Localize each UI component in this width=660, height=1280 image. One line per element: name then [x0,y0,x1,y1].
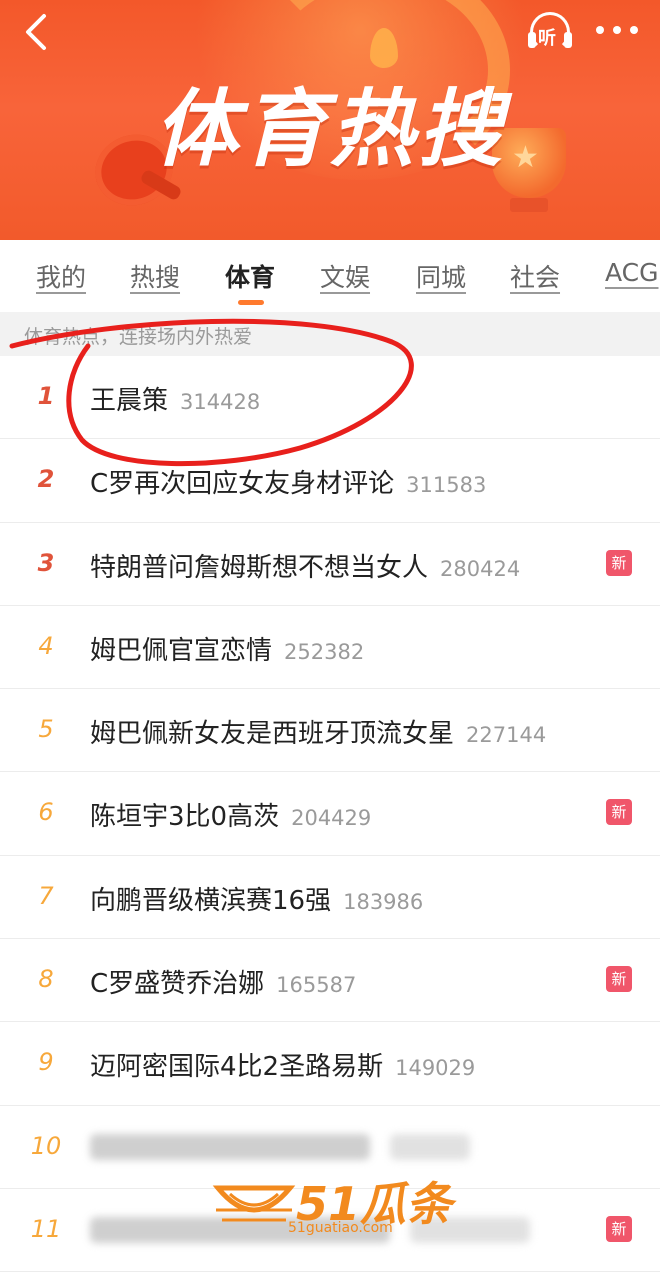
list-item[interactable]: 2 C罗再次回应女友身材评论 311583 [0,439,660,523]
more-dot-icon [630,26,638,34]
watermelon-icon [212,1185,296,1222]
tab-hot-search[interactable]: 热搜 [130,258,180,294]
topic-title: 特朗普问詹姆斯想不想当女人 280424 [90,547,520,584]
tab-mine[interactable]: 我的 [36,258,86,294]
topic-text: 向鹏晋级横滨赛16强 [90,885,332,916]
list-item[interactable]: 7 向鹏晋级横滨赛16强 183986 [0,856,660,940]
heat-count: 252382 [284,639,365,664]
header-banner: ★ 体育热搜 听 [0,0,660,240]
rank-number: 4 [38,631,54,660]
star-icon: ★ [512,140,539,175]
rank-number: 1 [37,382,55,410]
category-tabs: 我的 热搜 体育 文娱 同城 社会 ACG [0,240,660,312]
topic-title: 迈阿密国际4比2圣路易斯 149029 [90,1046,475,1083]
chevron-left-icon [26,14,46,50]
heat-count: 314428 [180,390,261,414]
heat-count: 149029 [395,1056,476,1081]
rank-number: 5 [38,715,54,744]
rank-number: 11 [30,1214,62,1243]
more-button[interactable] [596,22,638,38]
tab-society[interactable]: 社会 [510,258,560,294]
section-subtitle: 体育热点，连接场内外热爱 [24,326,253,348]
rank-number: 9 [38,1048,54,1077]
more-dot-icon [613,26,621,34]
topic-text: 特朗普问詹姆斯想不想当女人 [90,552,429,583]
topic-title: C罗盛赞乔治娜 165587 [90,963,356,1000]
listen-label: 听 [538,28,556,49]
topic-title: 陈垣宇3比0高茨 204429 [90,796,371,833]
list-item[interactable]: 3 特朗普问詹姆斯想不想当女人 280424 新 [0,523,660,606]
topic-title: 姆巴佩官宣恋情 252382 [90,630,364,667]
listen-button[interactable]: 听 [526,10,574,54]
back-button[interactable] [18,12,58,52]
trophy-base [510,198,548,212]
heat-count: 183986 [343,889,424,914]
heat-count: 311583 [406,473,487,498]
topic-title: C罗再次回应女友身材评论 311583 [90,463,486,500]
list-item[interactable]: 8 C罗盛赞乔治娜 165587 新 [0,939,660,1023]
heat-count: 204429 [291,806,372,831]
topic-text: 王晨策 [90,386,169,416]
blurred-heat-count [390,1133,470,1160]
blurred-topic-title [90,1133,370,1160]
tab-sports[interactable]: 体育 [225,258,275,294]
topic-title: 姆巴佩新女友是西班牙顶流女星 227144 [90,713,546,750]
list-item[interactable]: 1 王晨策 314428 [0,356,660,440]
active-tab-indicator [238,300,264,305]
topic-title: 向鹏晋级横滨赛16强 183986 [90,880,423,917]
topic-title: 王晨策 314428 [90,380,260,417]
tab-local[interactable]: 同城 [416,258,466,294]
trending-list: 1 王晨策 314428 2 C罗再次回应女友身材评论 311583 3 特朗普问詹… [0,356,660,1273]
rank-number: 8 [38,965,54,994]
heat-count: 165587 [276,973,357,998]
heat-count: 280424 [440,556,521,581]
section-subtitle-bar: 体育热点，连接场内外热爱 [0,312,660,356]
rank-number: 6 [38,798,54,827]
list-item[interactable]: 6 陈垣宇3比0高茨 204429 新 [0,772,660,856]
heat-count: 227144 [466,723,547,748]
list-item[interactable]: 9 迈阿密国际4比2圣路易斯 149029 [0,1022,660,1106]
more-dot-icon [596,26,604,34]
watermark-url: 51guatiao.com [288,1220,393,1236]
headphones-pad-left [528,32,536,48]
new-badge: 新 [606,799,632,826]
rank-number: 10 [30,1131,62,1160]
rank-number: 7 [38,881,54,910]
list-item[interactable]: 4 姆巴佩官宣恋情 252382 [0,606,660,690]
list-item[interactable]: 5 姆巴佩新女友是西班牙顶流女星 227144 [0,689,660,773]
topic-text: 迈阿密国际4比2圣路易斯 [90,1052,384,1083]
rank-number: 2 [37,465,55,494]
topic-text: C罗盛赞乔治娜 [90,969,265,1000]
new-badge: 新 [606,549,632,576]
rank-number: 3 [37,548,55,577]
tab-acg[interactable]: ACG [605,258,659,287]
headphones-pad-right [564,32,572,48]
topic-text: C罗再次回应女友身材评论 [90,469,395,500]
new-badge: 新 [606,966,632,993]
new-badge: 新 [606,1215,632,1242]
tab-entertainment[interactable]: 文娱 [320,258,370,294]
topic-text: 姆巴佩新女友是西班牙顶流女星 [90,719,455,750]
banner-title: 体育热搜 [153,80,506,178]
watermark-logo: 51瓜条 51guatiao.com [212,1160,462,1242]
topic-text: 姆巴佩官宣恋情 [90,635,273,666]
topic-text: 陈垣宇3比0高茨 [90,802,280,833]
